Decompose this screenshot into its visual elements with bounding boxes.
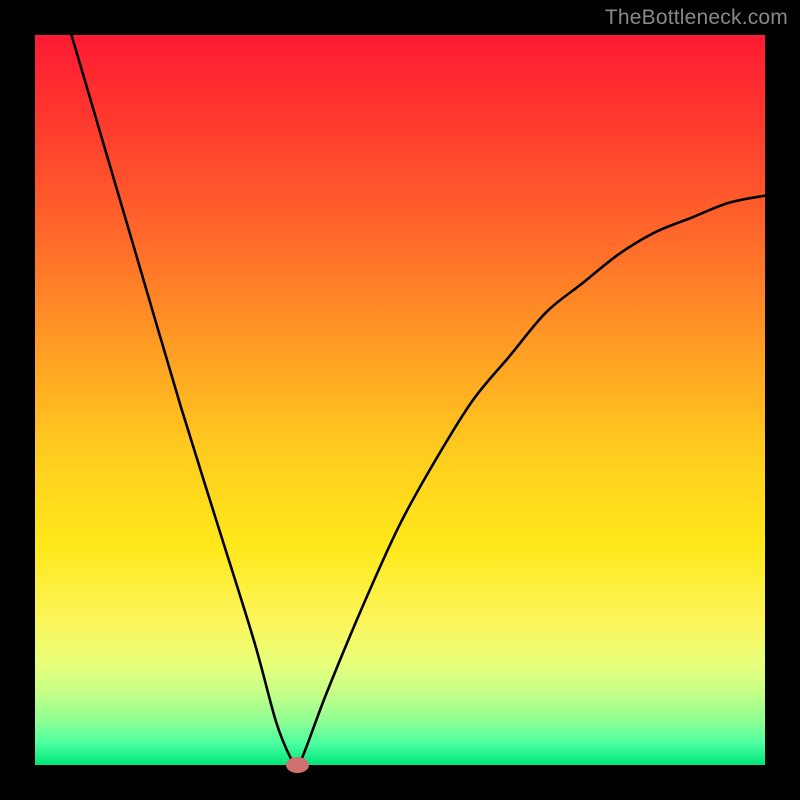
chart-frame: TheBottleneck.com <box>0 0 800 800</box>
optimum-marker <box>286 757 309 773</box>
bottleneck-curve <box>35 35 765 765</box>
watermark-text: TheBottleneck.com <box>605 6 788 30</box>
plot-area <box>35 35 765 765</box>
